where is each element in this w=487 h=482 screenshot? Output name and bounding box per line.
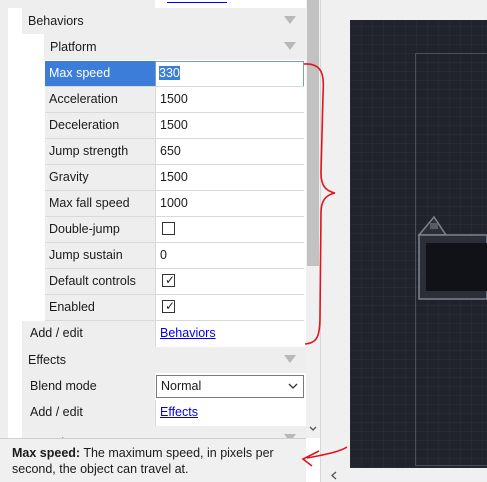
property-row[interactable]: Double-jump — [45, 217, 304, 243]
property-name: Max fall speed — [45, 191, 155, 217]
checkmark-icon: ✓ — [165, 273, 176, 287]
property-row[interactable]: Deceleration 1500 — [45, 113, 304, 139]
description-title: Max speed: — [12, 446, 81, 460]
add-edit-effects-row: Add / edit Effects — [22, 400, 306, 426]
property-value-input[interactable]: 330 — [155, 61, 304, 87]
property-description: Max speed: The maximum speed, in pixels … — [0, 438, 306, 482]
property-row[interactable]: Gravity 1500 — [45, 165, 304, 191]
property-value[interactable]: 1000 — [155, 191, 304, 217]
section-container[interactable]: Container — [22, 426, 306, 438]
property-value[interactable]: 1500 — [155, 113, 304, 139]
add-edit-label: Add / edit — [22, 321, 155, 347]
checkmark-icon: ✓ — [165, 299, 176, 313]
annotation-brace — [303, 63, 336, 345]
property-name: Default controls — [45, 269, 155, 295]
scroll-down-arrow-icon[interactable] — [309, 426, 317, 432]
section-effects-label: Effects — [28, 353, 66, 367]
property-name: Max speed — [45, 61, 155, 87]
checkbox-checked-icon[interactable]: ✓ — [162, 274, 175, 287]
add-edit-label: Add / edit — [22, 400, 155, 426]
property-name: Jump sustain — [45, 243, 155, 269]
section-behaviors[interactable]: Behaviors — [22, 8, 306, 34]
property-value[interactable]: 0 — [155, 243, 304, 269]
collapse-triangle-icon[interactable] — [284, 355, 296, 363]
checkbox-checked-icon[interactable]: ✓ — [162, 300, 175, 313]
property-row[interactable]: Acceleration 1500 — [45, 87, 304, 113]
property-row[interactable]: Max speed 330 — [45, 61, 304, 87]
property-name: Enabled — [45, 295, 155, 321]
section-effects[interactable]: Effects — [22, 347, 306, 373]
scroll-left-arrow-icon[interactable] — [330, 471, 338, 480]
property-value[interactable]: 1500 — [155, 87, 304, 113]
property-checkbox[interactable]: ✓ — [155, 269, 304, 295]
house-sprite[interactable] — [416, 215, 487, 300]
property-name: Jump strength — [45, 139, 155, 165]
section-behaviors-label: Behaviors — [28, 14, 84, 28]
property-row[interactable]: Max fall speed 1000 — [45, 191, 304, 217]
properties-panel: Behaviors Platform Max speed 330 Accelerat… — [0, 0, 306, 438]
blend-mode-select[interactable]: Normal — [156, 375, 304, 398]
section-container-label: Container — [28, 430, 82, 438]
property-name: Deceleration — [45, 113, 155, 139]
property-value[interactable]: 1500 — [155, 165, 304, 191]
layout-horizontal-scrollbar[interactable] — [330, 468, 487, 482]
blend-mode-value: Normal — [161, 379, 202, 393]
partial-top-row — [8, 0, 306, 8]
property-checkbox[interactable] — [155, 217, 304, 243]
property-value[interactable]: 650 — [155, 139, 304, 165]
effects-link[interactable]: Effects — [160, 405, 198, 419]
property-name: Double-jump — [45, 217, 155, 243]
checkbox-unchecked-icon[interactable] — [162, 222, 175, 235]
property-name: Gravity — [45, 165, 155, 191]
section-platform-label: Platform — [50, 40, 97, 54]
property-row[interactable]: Jump strength 650 — [45, 139, 304, 165]
chevron-down-icon — [288, 383, 298, 389]
behaviors-link[interactable]: Behaviors — [160, 326, 216, 340]
panel-gutter — [0, 0, 8, 438]
blend-mode-row: Blend mode Normal — [22, 373, 306, 400]
collapse-triangle-icon[interactable] — [284, 42, 296, 50]
property-checkbox[interactable]: ✓ — [155, 295, 304, 321]
property-name: Acceleration — [45, 87, 155, 113]
property-row[interactable]: Default controls ✓ — [45, 269, 304, 295]
blend-mode-label: Blend mode — [22, 373, 155, 400]
section-platform[interactable]: Platform — [44, 34, 306, 60]
collapse-triangle-icon[interactable] — [284, 16, 296, 24]
add-edit-behaviors-row: Add / edit Behaviors — [22, 321, 306, 347]
annotation-arrow — [301, 446, 348, 467]
property-row[interactable]: Enabled ✓ — [45, 295, 304, 321]
property-row[interactable]: Jump sustain 0 — [45, 243, 304, 269]
property-value-text: 330 — [159, 66, 180, 80]
